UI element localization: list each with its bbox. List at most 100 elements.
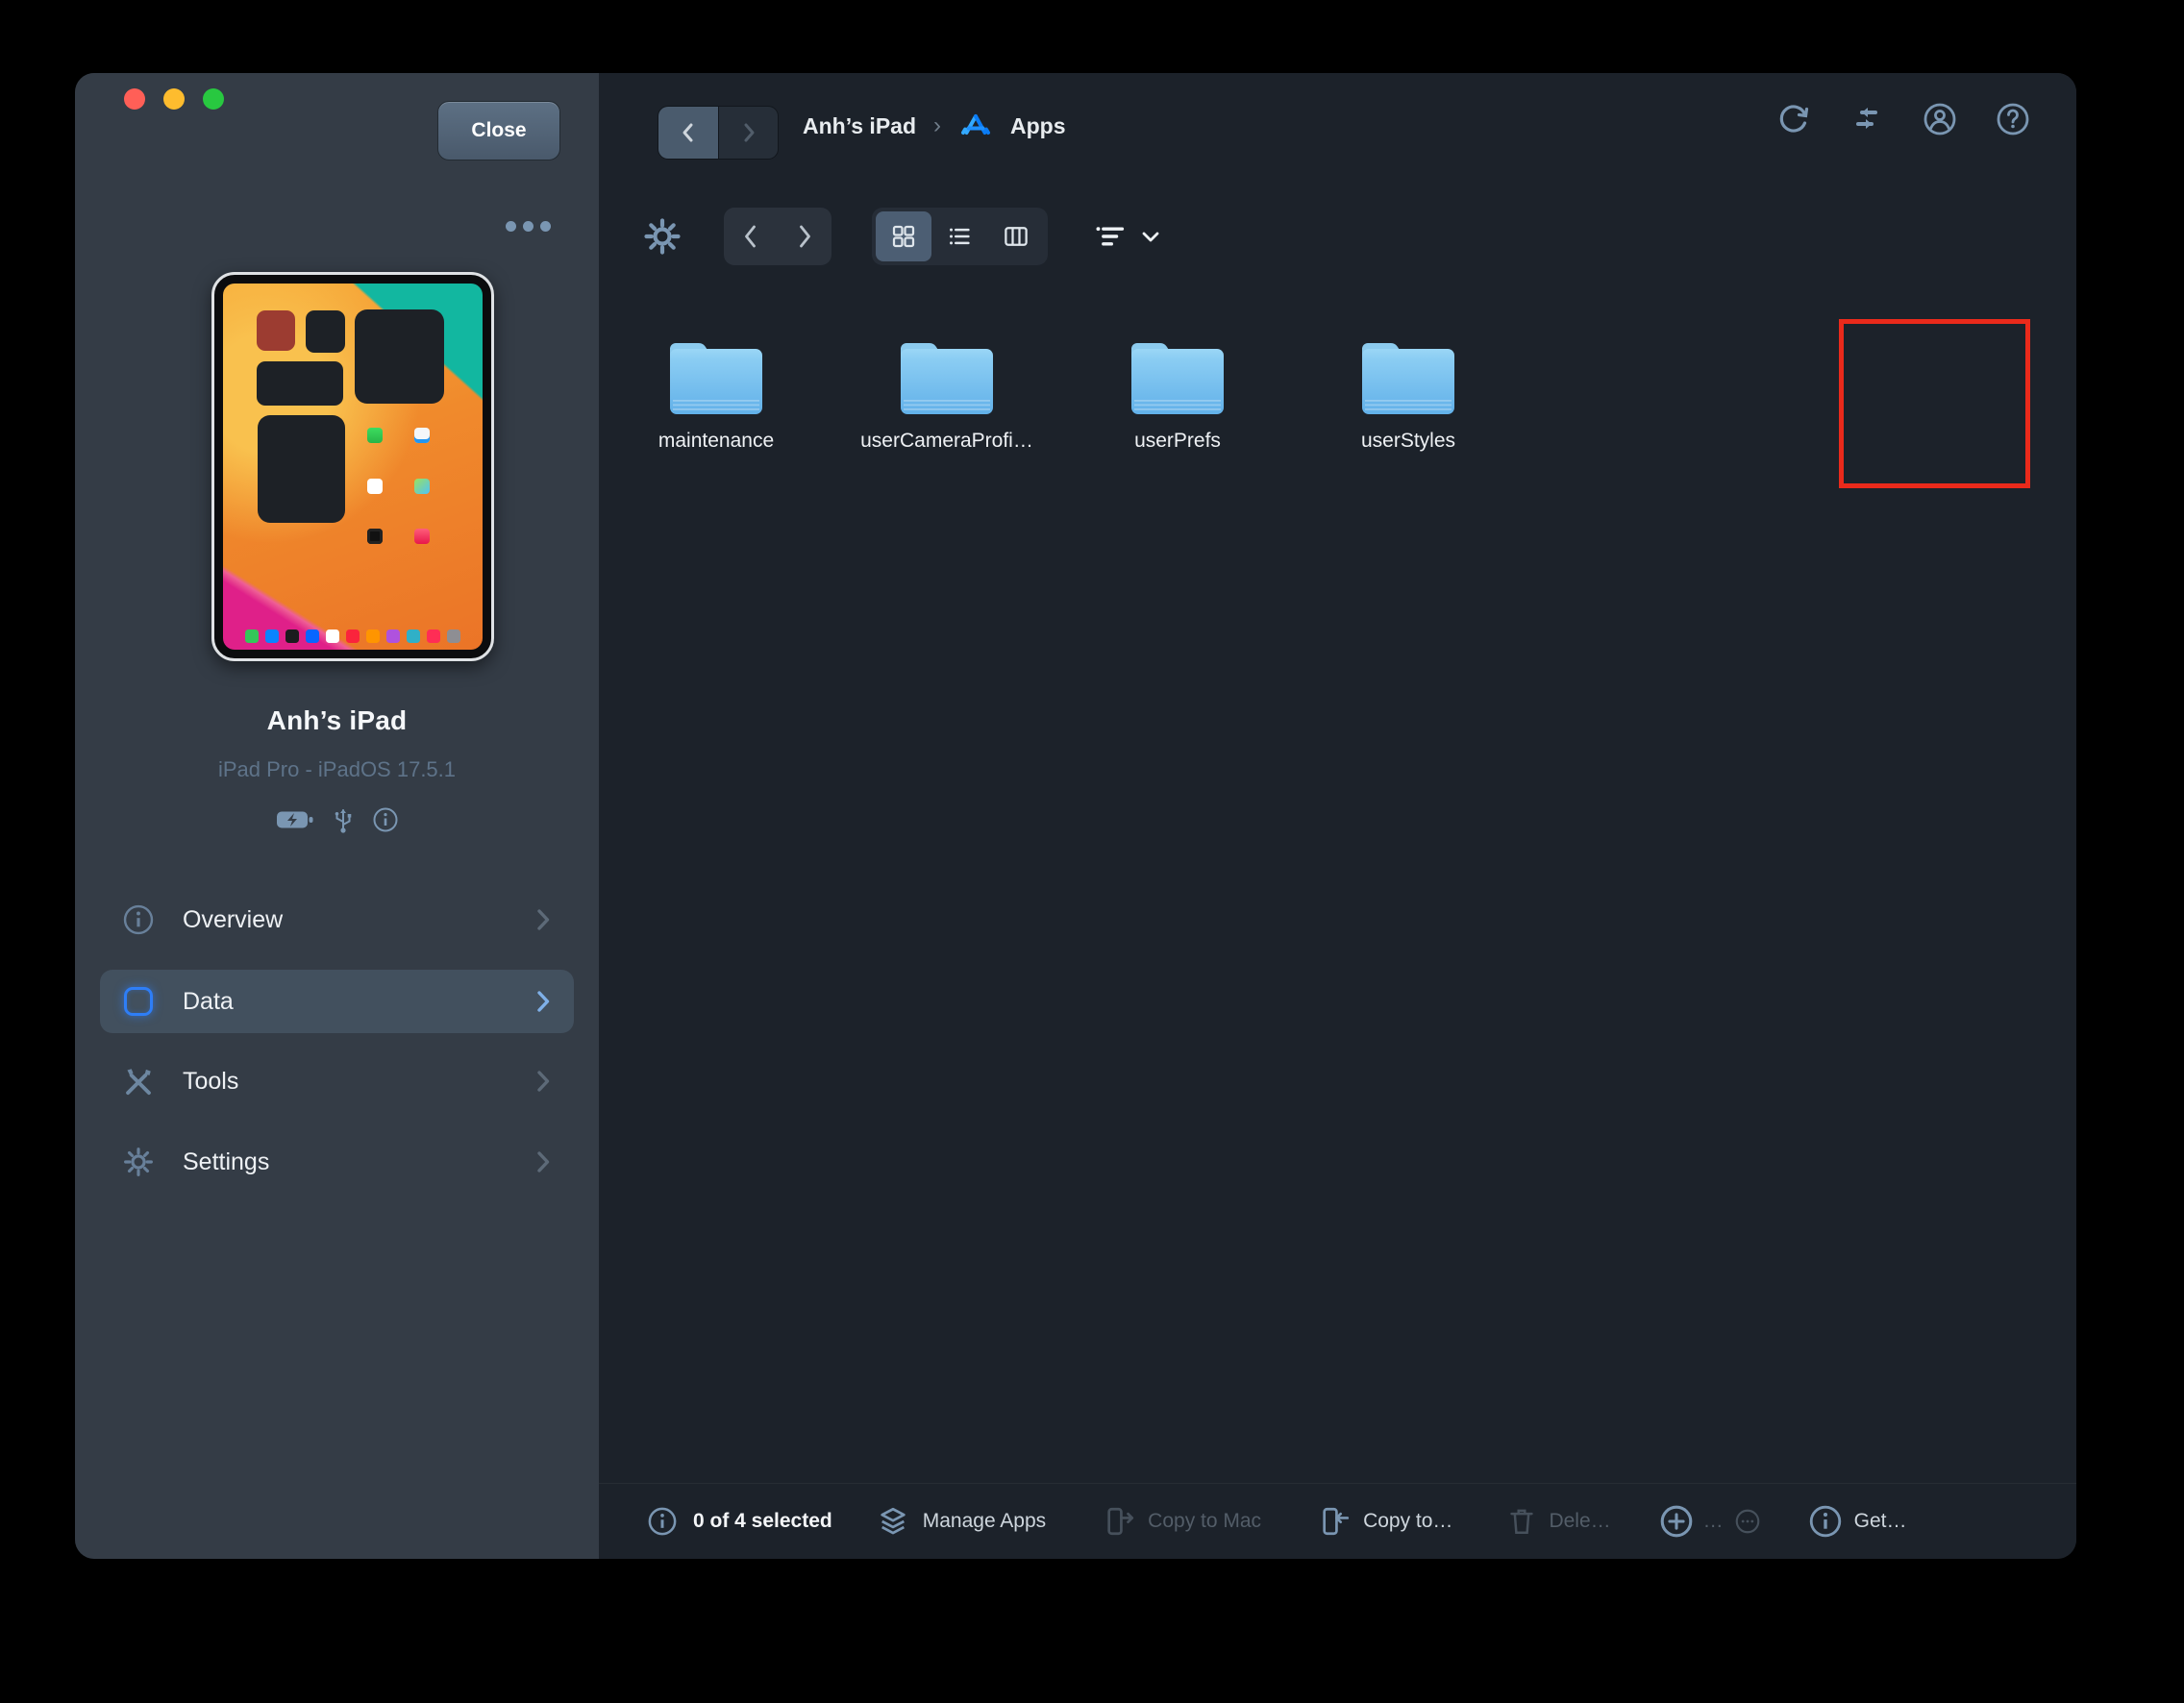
folder-back-button[interactable]: [724, 208, 778, 265]
add-button-label: …: [1703, 1510, 1724, 1533]
folder-maintenance[interactable]: maintenance: [620, 332, 812, 453]
help-icon[interactable]: [1994, 100, 2032, 138]
selection-count: 0 of 4 selected: [693, 1510, 832, 1533]
history-nav: [658, 106, 779, 160]
folder-label: userCameraProfi…: [860, 430, 1033, 453]
files-app-icon: [414, 428, 430, 443]
chevron-down-icon: [1140, 229, 1161, 244]
widget: [306, 310, 345, 353]
copy-to-device-icon: [1319, 1505, 1352, 1538]
music-app-icon: [414, 529, 430, 544]
history-forward-button[interactable]: [718, 107, 778, 159]
trash-icon: [1506, 1505, 1537, 1538]
sidebar-item-label: Settings: [183, 1148, 269, 1176]
history-back-button[interactable]: [658, 107, 718, 159]
view-settings-gear-icon[interactable]: [641, 215, 683, 258]
device-thumbnail: [211, 272, 494, 661]
desktop-background: Close: [0, 0, 2184, 1703]
transfer-icon[interactable]: [1848, 100, 1886, 138]
window-actions: [1774, 100, 2032, 138]
sidebar-item-overview[interactable]: Overview: [100, 888, 574, 951]
close-window-button[interactable]: [124, 88, 145, 110]
folder-label: maintenance: [658, 430, 774, 453]
close-device-button[interactable]: Close: [437, 101, 560, 160]
sort-filter-control[interactable]: [1094, 222, 1161, 251]
chevron-right-icon: [534, 989, 553, 1014]
copy-to-mac-button[interactable]: Copy to Mac: [1148, 1510, 1261, 1533]
device-sidebar: Close: [75, 73, 599, 1559]
manage-apps-button[interactable]: Manage Apps: [923, 1510, 1046, 1533]
delete-button[interactable]: Dele…: [1549, 1510, 1610, 1533]
data-icon: [121, 984, 156, 1019]
folder-usercameraprofiles[interactable]: userCameraProfi…: [851, 332, 1043, 453]
folder-label: userStyles: [1361, 430, 1455, 453]
imazing-window: Close: [75, 73, 2076, 1559]
reminders-app-icon: [367, 479, 383, 494]
device-wallpaper: [223, 284, 483, 650]
widget: [355, 309, 444, 404]
sidebar-item-settings[interactable]: Settings: [100, 1130, 574, 1194]
folder-grid: maintenance userCameraProfi…: [620, 332, 1543, 453]
get-info-button[interactable]: Get…: [1854, 1510, 1907, 1533]
sort-list-icon: [1094, 222, 1127, 251]
chevron-right-icon: [534, 907, 553, 932]
get-info-icon: [1808, 1504, 1843, 1539]
breadcrumb-device[interactable]: Anh’s iPad: [803, 113, 916, 139]
app-store-icon: [958, 109, 993, 143]
usb-icon: [332, 805, 355, 834]
sidebar-item-label: Data: [183, 988, 234, 1016]
dock: [231, 629, 475, 643]
maps-app-icon: [414, 479, 430, 494]
minimize-window-button[interactable]: [163, 88, 185, 110]
ellipsis-circle-icon[interactable]: [1733, 1507, 1762, 1536]
device-model-os: iPad Pro - iPadOS 17.5.1: [75, 757, 599, 782]
device-info-icon[interactable]: [372, 806, 399, 833]
sidebar-item-label: Tools: [183, 1068, 238, 1096]
folder-icon: [891, 332, 1003, 420]
folder-userstyles[interactable]: userStyles: [1312, 332, 1504, 453]
widget: [257, 361, 343, 406]
breadcrumb-separator: ›: [933, 112, 941, 139]
sidebar-item-tools[interactable]: Tools: [100, 1049, 574, 1113]
selection-info-icon[interactable]: [647, 1506, 678, 1537]
chevron-right-icon: [534, 1149, 553, 1174]
browser-toolbar: [599, 179, 2076, 294]
layers-icon: [877, 1505, 909, 1538]
highlight-annotation-box: [1839, 319, 2030, 488]
copy-to-mac-icon: [1104, 1505, 1136, 1538]
battery-charging-icon: [276, 809, 314, 830]
folder-icon: [660, 332, 772, 420]
column-view-button[interactable]: [988, 211, 1044, 261]
copy-to-device-button[interactable]: Copy to…: [1363, 1510, 1452, 1533]
folder-label: userPrefs: [1134, 430, 1221, 453]
folder-forward-button[interactable]: [778, 208, 831, 265]
facetime-app-icon: [367, 428, 383, 443]
chevron-right-icon: [534, 1069, 553, 1094]
grid-view-button[interactable]: [876, 211, 931, 261]
folder-icon: [1353, 332, 1464, 420]
widget: [257, 310, 295, 351]
account-icon[interactable]: [1921, 100, 1959, 138]
folder-nav: [724, 208, 831, 265]
zoom-window-button[interactable]: [203, 88, 224, 110]
tv-app-icon: [367, 529, 383, 544]
more-options-icon[interactable]: [506, 221, 551, 232]
gear-icon: [121, 1145, 156, 1179]
device-name: Anh’s iPad: [75, 705, 599, 736]
sidebar-item-data[interactable]: Data: [100, 970, 574, 1033]
add-icon[interactable]: [1659, 1504, 1694, 1539]
main-panel: Anh’s iPad › Apps: [599, 73, 2076, 1559]
sidebar-item-label: Overview: [183, 906, 283, 934]
refresh-icon[interactable]: [1774, 100, 1813, 138]
folder-userprefs[interactable]: userPrefs: [1081, 332, 1274, 453]
device-status-row: [75, 805, 599, 834]
breadcrumb: Anh’s iPad › Apps: [803, 73, 1066, 179]
header-row: Anh’s iPad › Apps: [599, 73, 2076, 179]
folder-icon: [1122, 332, 1233, 420]
breadcrumb-section[interactable]: Apps: [1010, 113, 1066, 139]
tools-icon: [121, 1064, 156, 1098]
traffic-lights: [124, 88, 224, 110]
widget: [258, 415, 345, 523]
list-view-button[interactable]: [931, 211, 987, 261]
view-mode-switcher: [872, 208, 1048, 265]
